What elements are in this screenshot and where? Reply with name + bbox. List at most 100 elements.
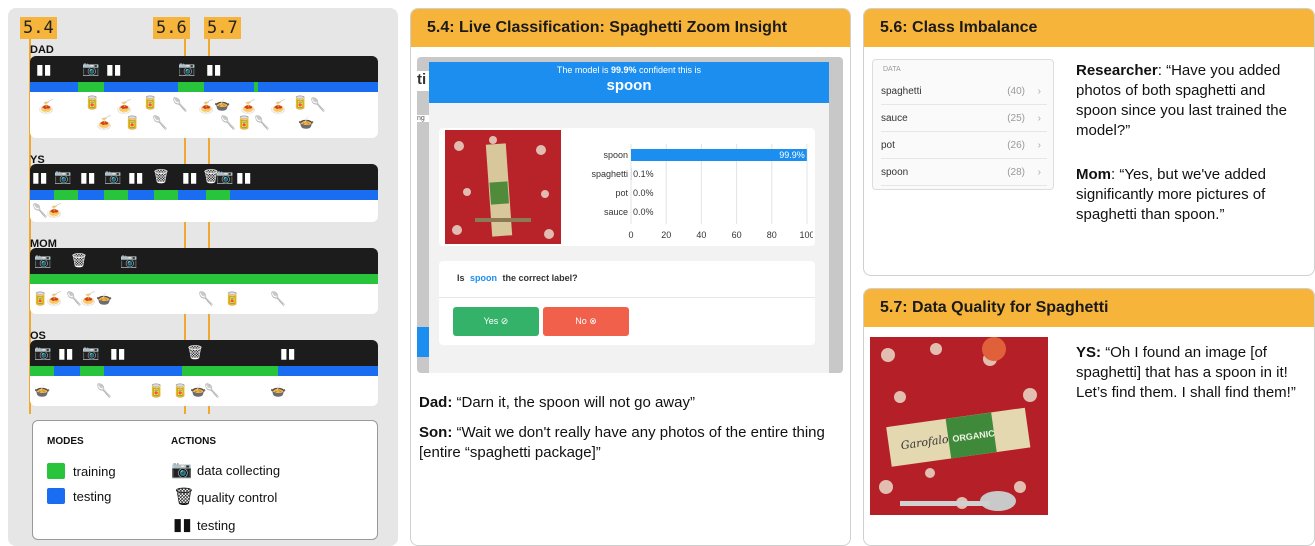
training-segment: [154, 190, 178, 200]
spaghetti-icon: 🍝: [198, 99, 215, 114]
category-label: spaghetti: [591, 169, 628, 179]
spaghetti-icon: 🍝: [38, 99, 55, 114]
no-button[interactable]: No ⊗: [543, 307, 629, 336]
label-question-card: Is spoon the correct label? Yes ⊘ No ⊗: [439, 261, 815, 345]
trash-icon: 🗑: [173, 487, 195, 506]
training-segment: [80, 366, 104, 376]
items-row: 🥫 🍝 🥄 🍝 🍲 🥄 🥫 🥄: [30, 284, 378, 314]
test-tubes-icon: ▮▮: [280, 345, 296, 361]
panel-title: 5.6: Class Imbalance: [864, 9, 1314, 47]
test-tubes-icon: ▮▮: [182, 169, 198, 185]
data-label: 99.9%: [779, 150, 805, 160]
camera-icon: 📷: [216, 168, 234, 184]
legend-testing-action: testing: [197, 518, 236, 533]
chevron-right-icon: ›: [1037, 86, 1041, 97]
sauce-icon: 🥫: [292, 95, 309, 110]
quote-dad-text: “Darn it, the spoon will not go away”: [456, 394, 695, 411]
question-label: spoon: [470, 273, 498, 283]
spaghetti-icon: 🍝: [270, 99, 287, 114]
spoon-icon: 🥄: [220, 115, 237, 130]
spaghetti-icon: 🍝: [80, 291, 97, 306]
sauce-icon: 🥫: [224, 291, 241, 306]
spoon-icon: 🥄: [254, 115, 271, 130]
training-segment: [206, 190, 230, 200]
sauce-icon: 🥫: [142, 95, 159, 110]
legend-testing: testing: [73, 489, 112, 504]
data-label: 0.1%: [633, 169, 654, 179]
spoon-icon: 🥄: [310, 97, 327, 112]
chevron-right-icon: ›: [1037, 167, 1041, 178]
sauce-icon: 🥫: [84, 95, 101, 110]
list-item[interactable]: sauce (25) ›: [881, 105, 1047, 132]
yes-button[interactable]: Yes ⊘: [453, 307, 539, 336]
camera-icon: 📷: [82, 344, 100, 360]
items-row: 🍝 🥫 🍝 🥫 🍝 🥫 🥄 🥄 🍝 🍲 🍝 🍝 🥫 🥄 🥄 🥫 🥄 🍲: [30, 92, 378, 138]
pot-icon: 🍲: [214, 97, 231, 112]
data-label: 0.0%: [633, 188, 654, 198]
sauce-icon: 🥫: [148, 383, 165, 398]
app-body: 0 20 40 60 80 100 spoon 99.9% spaghetti 0.1% pot 0.…: [429, 103, 829, 373]
quote-mom: Mom: “Yes, but we've added significantly…: [1076, 165, 1310, 225]
training-segment: [30, 366, 54, 376]
list-item[interactable]: pot (26) ›: [881, 132, 1047, 159]
test-tubes-icon: ▮▮: [128, 169, 144, 185]
items-row: 🥄 🍝: [30, 200, 378, 222]
trash-icon: 🗑: [152, 168, 170, 184]
camera-icon: 📷: [178, 60, 196, 76]
items-row: 🍲 🥄 🥫 🥫 🍲 🥄 🍲: [30, 376, 378, 406]
category-label: pot: [615, 188, 628, 198]
spoon-icon: 🥄: [204, 383, 221, 398]
spaghetti-icon: 🍝: [46, 291, 63, 306]
chevron-right-icon: ›: [1037, 140, 1041, 151]
category-label: sauce: [604, 207, 628, 217]
legend-data-collecting: data collecting: [197, 463, 281, 478]
timeline-panel: 5.4 5.6 5.7 DAD ▮▮ 📷 ▮▮ 📷 ▮▮ 🍝 🥫 🍝 🥫 🍝 🥫…: [8, 8, 398, 546]
data-label: 0.0%: [633, 207, 654, 217]
x-tick-label: 80: [767, 230, 777, 240]
quote-ys: YS: “Oh I found an image [of spaghetti] …: [1076, 343, 1310, 403]
captured-photo: [445, 130, 561, 244]
spoon-icon: 🥄: [198, 291, 215, 306]
list-item[interactable]: spoon (28) ›: [881, 159, 1047, 186]
panel-5-7: 5.7: Data Quality for Spaghetti Garofalo…: [863, 288, 1315, 546]
sauce-icon: 🥫: [236, 115, 253, 130]
data-list: DATA spaghetti (40) › sauce (25) › pot (…: [872, 59, 1054, 190]
pot-icon: 🍲: [96, 291, 113, 306]
spoon-icon: 🥄: [172, 97, 189, 112]
prediction-banner: The model is 99.9% confident this is spo…: [429, 62, 829, 103]
sauce-icon: 🥫: [172, 383, 189, 398]
training-segment: [178, 82, 204, 92]
label-question: Is spoon the correct label?: [457, 273, 578, 283]
quote-son-text: “Wait we don't really have any photos of…: [419, 424, 825, 461]
testing-swatch: [47, 488, 65, 504]
pot-icon: 🍲: [34, 383, 51, 398]
actions-bar: 📷 🗑 📷: [30, 248, 378, 274]
side-fragment: ti: [417, 71, 429, 91]
test-tubes-icon: ▮▮: [206, 61, 222, 77]
x-tick-label: 20: [661, 230, 671, 240]
list-item[interactable]: spaghetti (40) ›: [881, 78, 1047, 105]
test-tubes-icon: ▮▮: [36, 61, 52, 77]
quote-ys-text: “Oh I found an image [of spaghetti] that…: [1076, 344, 1296, 401]
app-screenshot: ti ng The model is 99.9% confident this …: [417, 57, 843, 373]
actions-bar: ▮▮ 📷 ▮▮ 📷 ▮▮: [30, 56, 378, 82]
panel-5-4: 5.4: Live Classification: Spaghetti Zoom…: [410, 8, 851, 546]
spaghetti-photo: Garofalo ORGANIC: [870, 337, 1048, 515]
quote-dad: Dad: “Darn it, the spoon will not go awa…: [419, 393, 839, 413]
spaghetti-icon: 🍝: [240, 99, 257, 114]
confidence-prefix: The model is: [556, 65, 609, 75]
spaghetti-icon: 🍝: [46, 203, 63, 218]
actions-bar: 📷 ▮▮ 📷 ▮▮ 🗑 ▮▮: [30, 340, 378, 366]
camera-icon: 📷: [82, 60, 100, 76]
quote-researcher: Researcher: “Have you added photos of bo…: [1076, 61, 1310, 141]
spaghetti-icon: 🍝: [96, 115, 113, 130]
test-tubes-icon: ▮▮: [173, 515, 192, 534]
side-button-fragment: [417, 327, 429, 357]
mode-strip: [30, 274, 378, 284]
test-tubes-icon: ▮▮: [106, 61, 122, 77]
prediction-label: spoon: [606, 77, 652, 94]
legend-training: training: [73, 464, 116, 479]
data-list-header: DATA: [883, 66, 901, 73]
training-segment: [104, 190, 128, 200]
actions-bar: ▮▮ 📷 ▮▮ 📷 ▮▮ 🗑 ▮▮ 🗑 📷 ▮▮: [30, 164, 378, 190]
